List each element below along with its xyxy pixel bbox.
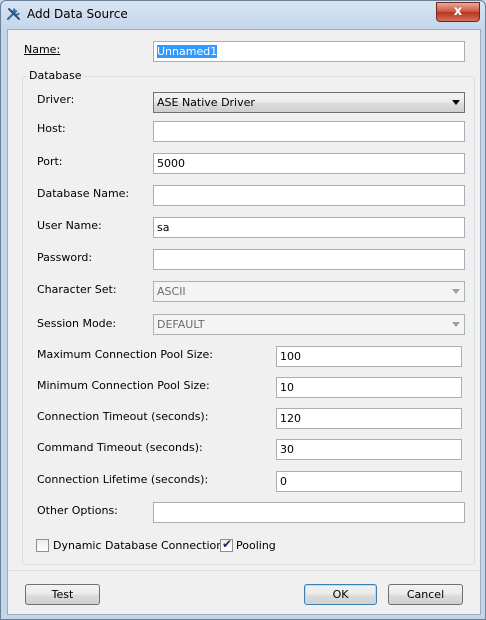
user-name-label: User Name:	[37, 219, 102, 232]
conn-timeout-field[interactable]: 120	[276, 408, 462, 429]
chevron-down-icon	[452, 289, 460, 294]
database-name-field[interactable]	[153, 185, 465, 206]
session-mode-label: Session Mode:	[37, 317, 117, 330]
session-mode-select[interactable]: DEFAULT	[153, 314, 465, 335]
database-name-label: Database Name:	[37, 187, 130, 200]
cmd-timeout-label: Command Timeout (seconds):	[37, 441, 203, 454]
close-icon: x	[453, 4, 463, 19]
title-bar[interactable]: Add Data Source x	[1, 1, 485, 29]
character-set-label: Character Set:	[37, 283, 117, 296]
driver-value: ASE Native Driver	[157, 96, 255, 109]
driver-label: Driver:	[37, 93, 75, 106]
conn-timeout-label: Connection Timeout (seconds):	[37, 410, 209, 423]
chevron-down-icon	[452, 100, 460, 105]
session-mode-value: DEFAULT	[157, 318, 205, 331]
password-field[interactable]	[153, 249, 465, 270]
dynamic-db-label[interactable]: Dynamic Database Connection	[53, 539, 223, 552]
other-options-field[interactable]	[153, 502, 465, 523]
close-button[interactable]: x	[436, 2, 480, 22]
chevron-down-icon	[452, 322, 460, 327]
other-options-label: Other Options:	[37, 504, 118, 517]
dialog-window: Add Data Source x Name: Unnamed1 Databas…	[0, 0, 486, 620]
driver-select[interactable]: ASE Native Driver	[153, 92, 465, 113]
tools-icon	[6, 8, 20, 21]
window-title: Add Data Source	[27, 7, 128, 21]
cancel-button[interactable]: Cancel	[388, 584, 463, 605]
dialog-body: Name: Unnamed1 Database Driver: ASE Nati…	[7, 29, 481, 615]
name-value: Unnamed1	[157, 45, 218, 58]
conn-lifetime-field[interactable]: 0	[276, 471, 462, 492]
name-label: Name:	[24, 43, 61, 56]
port-label: Port:	[37, 155, 63, 168]
test-button[interactable]: Test	[25, 584, 100, 605]
dynamic-db-checkbox[interactable]	[36, 539, 49, 552]
host-label: Host:	[37, 122, 66, 135]
character-set-value: ASCII	[157, 285, 186, 298]
user-name-field[interactable]: sa	[153, 217, 465, 238]
conn-lifetime-label: Connection Lifetime (seconds):	[37, 473, 209, 486]
ok-button[interactable]: OK	[304, 584, 377, 605]
name-field[interactable]: Unnamed1	[153, 41, 465, 62]
max-pool-field[interactable]: 100	[276, 346, 462, 367]
min-pool-label: Minimum Connection Pool Size:	[37, 379, 210, 392]
port-field[interactable]: 5000	[153, 153, 465, 174]
database-group-title: Database	[28, 69, 83, 82]
cmd-timeout-field[interactable]: 30	[276, 439, 462, 460]
min-pool-field[interactable]: 10	[276, 377, 462, 398]
host-field[interactable]	[153, 121, 465, 142]
max-pool-label: Maximum Connection Pool Size:	[37, 348, 213, 361]
checkmark-icon: ✔	[222, 537, 233, 551]
pooling-label[interactable]: Pooling	[236, 539, 276, 552]
password-label: Password:	[37, 251, 93, 264]
character-set-select[interactable]: ASCII	[153, 281, 465, 302]
button-separator	[8, 570, 480, 571]
pooling-checkbox[interactable]: ✔	[220, 537, 233, 552]
